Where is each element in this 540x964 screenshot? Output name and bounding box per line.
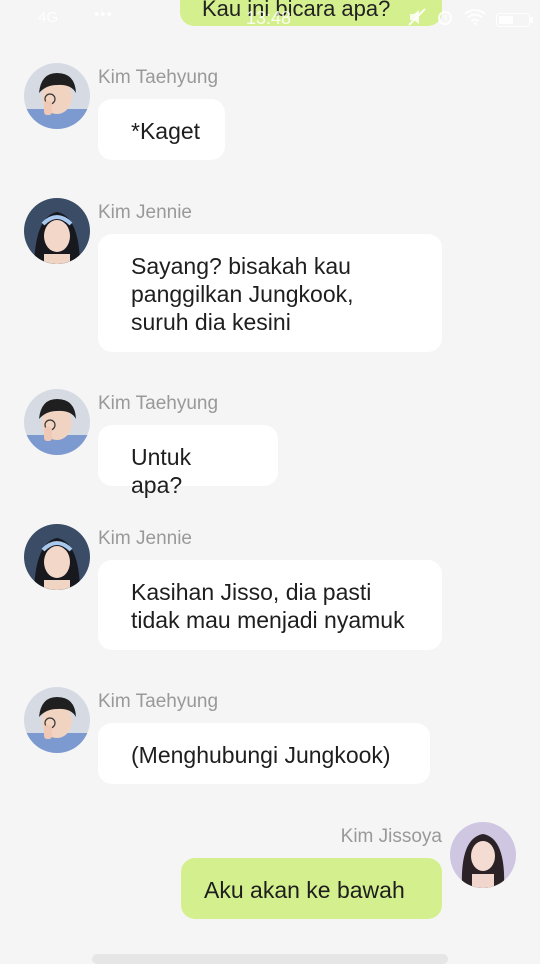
sender-name: Kim Jissoya	[340, 826, 442, 847]
message-line: suruh dia kesini	[131, 309, 291, 335]
status-icons	[408, 8, 533, 31]
message-line: Sayang? bisakah kau	[131, 253, 351, 279]
message-bubble-outgoing[interactable]: Aku akan ke bawah	[181, 858, 442, 919]
avatar-kim-taehyung[interactable]	[24, 389, 90, 455]
battery-icon	[496, 12, 533, 27]
message-text: (Menghubungi Jungkook)	[131, 742, 391, 768]
sender-name: Kim Jennie	[98, 528, 192, 549]
more-notifications-icon: •••	[94, 6, 113, 23]
sender-name: Kim Taehyung	[98, 691, 219, 712]
message-line: Kasihan Jisso, dia pasti	[131, 579, 372, 605]
sender-name: Kim Jennie	[98, 202, 192, 223]
sender-name: Kim Taehyung	[98, 67, 219, 88]
status-bar: 4G ••• 13:48	[0, 0, 540, 38]
message-bubble-incoming[interactable]: Sayang? bisakah kau panggilkan Jungkook,…	[98, 234, 442, 352]
message-text: Aku akan ke bawah	[204, 877, 405, 903]
avatar-kim-jennie[interactable]	[24, 524, 90, 590]
mute-icon	[408, 8, 426, 31]
message-bubble-incoming[interactable]: Untuk apa?	[98, 425, 278, 498]
wifi-icon	[464, 9, 486, 30]
message-text: Untuk apa?	[131, 444, 192, 498]
avatar-kim-taehyung[interactable]	[24, 63, 90, 129]
message-bubble-incoming[interactable]: Kasihan Jisso, dia pasti tidak mau menja…	[98, 560, 442, 650]
message-bubble-incoming[interactable]: (Menghubungi Jungkook)	[98, 723, 430, 784]
avatar-kim-taehyung[interactable]	[24, 687, 90, 753]
alarm-icon	[436, 8, 454, 31]
message-bubble-incoming[interactable]: *Kaget	[98, 99, 225, 160]
message-line: tidak mau menjadi nyamuk	[131, 607, 405, 633]
message-text: *Kaget	[131, 118, 201, 144]
sender-name: Kim Taehyung	[98, 393, 219, 414]
avatar-kim-jissoya[interactable]	[450, 822, 516, 888]
avatar-kim-jennie[interactable]	[24, 198, 90, 264]
status-time: 13:48	[246, 8, 292, 28]
next-message-bubble-partial	[92, 954, 448, 964]
signal-indicator: 4G	[38, 9, 59, 26]
message-line: panggilkan Jungkook,	[131, 281, 354, 307]
